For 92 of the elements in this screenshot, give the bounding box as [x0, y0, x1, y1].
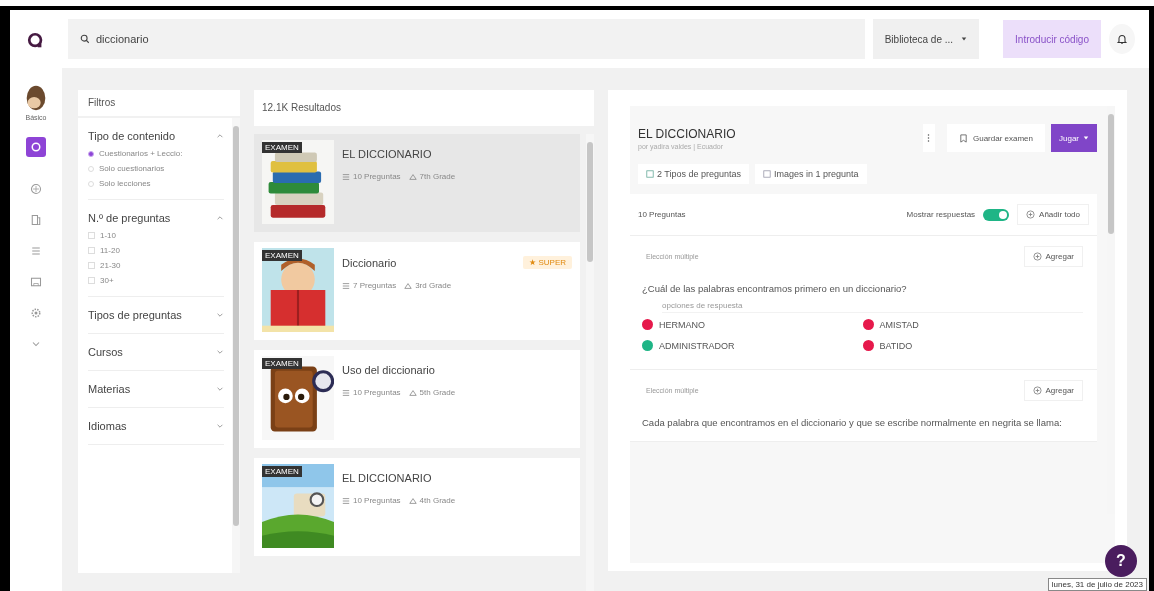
result-title: Uso del diccionario	[342, 364, 435, 376]
plus-icon	[1032, 386, 1042, 395]
exam-badge: EXAMEN	[262, 142, 302, 153]
filter-option-label: 21-30	[100, 261, 121, 270]
filter-section-header[interactable]: Tipo de contenido	[88, 126, 224, 146]
quiz-title: EL DICCIONARIO	[638, 126, 737, 141]
chevron-icon	[216, 311, 224, 319]
question-text: ¿Cuál de las palabras encontramos primero en un diccionario?	[642, 282, 908, 296]
add-button[interactable]: Agregar	[1023, 380, 1083, 401]
question-count: 10 Preguntas	[353, 496, 401, 505]
answer-option: AMISTAD	[879, 319, 919, 330]
filter-option-label: 11-20	[100, 246, 120, 255]
plus-icon	[1026, 210, 1036, 219]
save-button[interactable]: Guardar examen	[946, 124, 1045, 152]
list-icon	[342, 496, 350, 505]
checkbox[interactable]	[88, 277, 95, 284]
exam-badge: EXAMEN	[262, 250, 302, 261]
chevron-icon	[216, 132, 224, 140]
super-badge: ★ SUPER	[523, 256, 572, 269]
filter-section-header[interactable]: Cursos	[88, 342, 224, 362]
filter-section-header[interactable]: Idiomas	[88, 416, 224, 436]
result-card[interactable]: EXAMEN Uso del diccionario 10 Preguntas 5th Grade	[254, 350, 580, 448]
list-icon	[646, 170, 654, 178]
question-count: 10 Preguntas	[353, 172, 401, 181]
question-count: 7 Preguntas	[353, 281, 397, 290]
grade-label: 4th Grade	[419, 496, 456, 505]
grade-label: 5th Grade	[419, 388, 456, 397]
result-card[interactable]: EXAMEN EL DICCIONARIO 10 Preguntas 7th Grade	[254, 134, 580, 232]
search-icon	[80, 34, 90, 44]
filter-section-header[interactable]: Materias	[88, 379, 224, 399]
result-title: EL DICCIONARIO	[342, 148, 432, 160]
library-dropdown[interactable]: Biblioteca de ...	[872, 19, 980, 59]
play-button[interactable]: Jugar	[1051, 124, 1097, 152]
filter-section-header[interactable]: Tipos de preguntas	[88, 305, 224, 325]
question-count: 10 Preguntas	[353, 388, 401, 397]
results-count: 12.1K Resultados	[254, 90, 594, 126]
checkbox[interactable]	[88, 247, 95, 254]
add-button[interactable]: Agregar	[1023, 246, 1083, 267]
search-field[interactable]: diccionario	[68, 19, 865, 59]
grade-icon	[408, 388, 417, 397]
exam-badge: EXAMEN	[262, 466, 302, 477]
exam-badge: EXAMEN	[262, 358, 302, 369]
enter-code-button[interactable]: Introducir código	[1003, 20, 1101, 58]
filter-option-label: 1-10	[100, 231, 116, 240]
list-icon	[342, 281, 350, 290]
caret-icon	[1083, 135, 1089, 141]
checkbox[interactable]	[88, 232, 95, 239]
caret-icon	[961, 36, 968, 42]
chevron-icon	[216, 348, 224, 356]
filter-option-label: Cuestionarios + Leccio:	[99, 149, 183, 158]
add-all-button[interactable]: Añadir todo	[1017, 204, 1089, 225]
answer-option: ADMINISTRADOR	[659, 340, 735, 351]
info-chip: 2 Tipos de preguntas	[638, 164, 750, 184]
grade-icon	[404, 281, 413, 290]
checkbox[interactable]	[88, 262, 95, 269]
result-card[interactable]: EXAMEN EL DICCIONARIO 10 Preguntas 4th Grade	[254, 458, 580, 556]
chevron-icon	[216, 422, 224, 430]
chevron-icon	[216, 385, 224, 393]
filter-section-header[interactable]: N.º de preguntas	[88, 208, 224, 228]
filter-option-label: Solo lecciones	[99, 179, 151, 188]
date-tooltip: lunes, 31 de julio de 2023	[1047, 578, 1147, 591]
show-answers-label: Mostrar respuestas	[906, 210, 976, 219]
filters-title: Filtros	[78, 90, 240, 116]
show-answers-toggle[interactable]	[983, 208, 1010, 221]
radio-button[interactable]	[88, 150, 94, 157]
bookmark-icon	[958, 133, 968, 143]
result-card[interactable]: EXAMEN Diccionario ★ SUPER 7 Preguntas 3rd Grade	[254, 242, 580, 340]
list-icon	[342, 172, 350, 181]
filter-option-label: 30+	[100, 276, 114, 285]
logo-icon[interactable]	[27, 32, 45, 50]
list-icon	[342, 388, 350, 397]
grade-label: 7th Grade	[419, 172, 456, 181]
result-title: Diccionario	[342, 256, 397, 269]
question-count: 10 Preguntas	[638, 210, 687, 219]
scrollbar[interactable]	[232, 118, 240, 573]
scrollbar[interactable]	[586, 134, 594, 591]
chevron-icon	[216, 214, 224, 222]
notification-icon[interactable]	[1109, 24, 1135, 54]
question-text: Cada palabra que encontramos en el diccionario y que se escribe normalmente en negrita se llama:	[642, 416, 1063, 430]
grade-icon	[408, 172, 417, 181]
grade-label: 3rd Grade	[415, 281, 452, 290]
filter-option-label: Solo cuestionarios	[99, 164, 165, 173]
info-chip: Images in 1 pregunta	[755, 164, 867, 184]
options-label: opciones de respuesta	[662, 301, 1083, 313]
result-title: EL DICCIONARIO	[342, 472, 432, 484]
answer-option: BATIDO	[879, 340, 913, 351]
grade-icon	[408, 496, 417, 505]
home-nav-icon[interactable]	[26, 137, 46, 157]
plus-icon	[1032, 252, 1042, 261]
answer-option: HERMANO	[659, 319, 705, 330]
image-icon	[763, 170, 772, 178]
more-options-icon[interactable]	[922, 124, 935, 152]
